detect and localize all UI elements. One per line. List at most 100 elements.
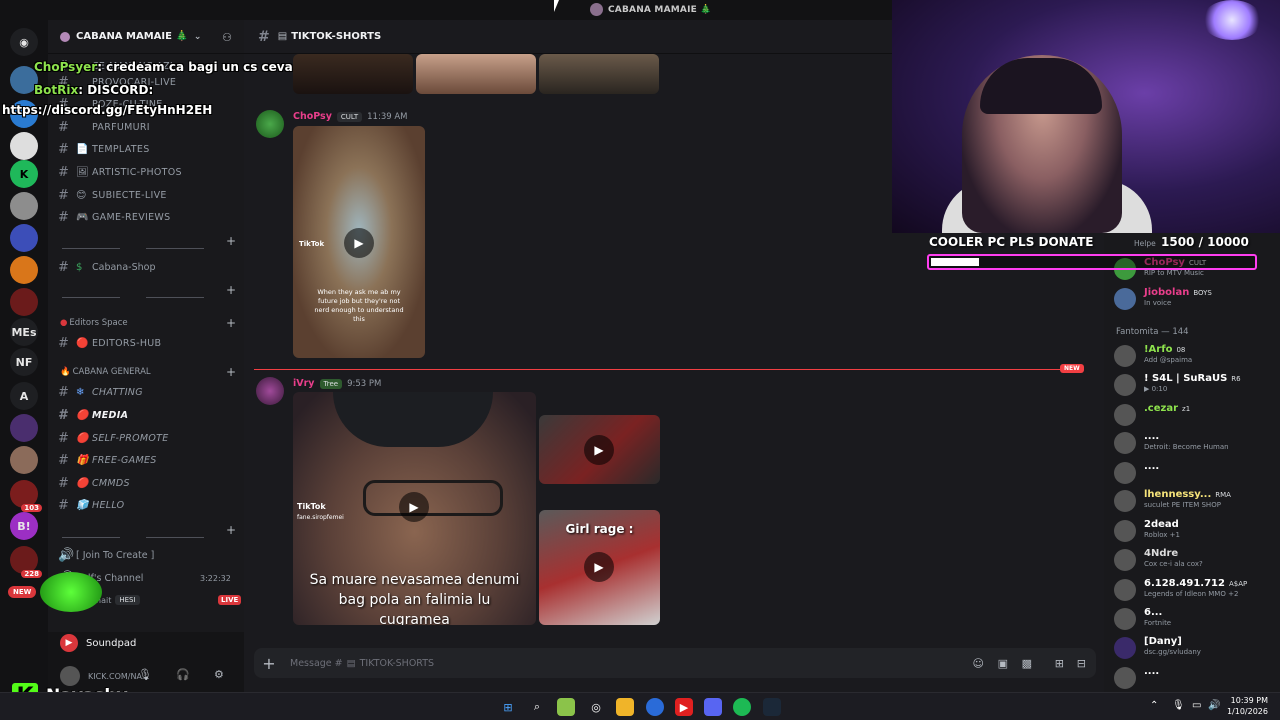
- member-row[interactable]: ....: [1114, 460, 1274, 486]
- app-icon[interactable]: [557, 698, 575, 716]
- media-thumb[interactable]: [293, 54, 413, 94]
- message-composer[interactable]: + Message # ▤ TIKTOK-SHORTS ☺ ▣ ▩ ⊞ ⊟: [254, 648, 1096, 678]
- server-mes[interactable]: MEs: [10, 318, 38, 346]
- sticker-icon[interactable]: ▩: [1022, 657, 1032, 670]
- browser-icon[interactable]: [646, 698, 664, 716]
- server-icon-9[interactable]: [10, 414, 38, 442]
- volume-icon[interactable]: 🔊: [1208, 700, 1220, 711]
- video-attachment[interactable]: ▶ TikTok When they ask me ab my future j…: [293, 126, 425, 358]
- server-icon-3[interactable]: [10, 132, 38, 160]
- server-icon-4[interactable]: K: [10, 160, 38, 188]
- voice-channel-join-to-create[interactable]: 🔊[ Join To Create ]: [58, 545, 238, 565]
- username[interactable]: ChoPsy: [293, 111, 332, 122]
- folder-icon[interactable]: [616, 698, 634, 716]
- member-row[interactable]: .... Detroit: Become Human: [1114, 430, 1274, 456]
- clock[interactable]: 10:39 PM 1/10/2026: [1227, 695, 1268, 717]
- play-icon[interactable]: ▶: [399, 492, 429, 522]
- member-row[interactable]: Jiobolan BOYS In voice: [1114, 286, 1274, 312]
- video-attachment-side-1[interactable]: ▶: [539, 415, 660, 484]
- gif-icon[interactable]: ▣: [998, 657, 1008, 670]
- video-attachment-side-2[interactable]: Girl rage : ▶: [539, 510, 660, 625]
- emoji-icon[interactable]: ☺: [973, 657, 984, 670]
- server-icon-10[interactable]: [10, 446, 38, 474]
- steam-icon[interactable]: [763, 698, 781, 716]
- user-status-row[interactable]: KICK.COM/NA...: [60, 666, 149, 686]
- server-icon-5[interactable]: [10, 192, 38, 220]
- member-row[interactable]: 6... Fortnite: [1114, 606, 1274, 632]
- category-cabana-general[interactable]: 🔥 CABANA GENERAL +: [60, 365, 236, 379]
- chrome-icon[interactable]: ◎: [587, 698, 605, 716]
- discord-home-icon[interactable]: ◉: [10, 28, 38, 56]
- server-icon-7[interactable]: [10, 256, 38, 284]
- channel-free-games[interactable]: # 🎁 FREE-GAMES: [58, 450, 238, 470]
- soundpad-row[interactable]: ▶ Soundpad: [60, 634, 136, 652]
- spotify-icon[interactable]: [733, 698, 751, 716]
- gift-icon[interactable]: ⊟: [1077, 657, 1086, 670]
- member-row[interactable]: 6.128.491.712 A$AP Legends of Idleon MMO +…: [1114, 577, 1274, 603]
- member-row[interactable]: lhennessy... RMA suculet PE ITEM SHOP: [1114, 488, 1274, 514]
- member-row[interactable]: 4Ndre Cox ce-i ala cox?: [1114, 547, 1274, 573]
- hash-icon: #: [58, 384, 70, 400]
- member-row[interactable]: .cezar z1: [1114, 402, 1274, 428]
- headphones-icon[interactable]: 🎧: [176, 668, 190, 681]
- network-icon[interactable]: ▭: [1192, 700, 1201, 711]
- server-icon-12[interactable]: B!: [10, 512, 38, 540]
- server-icon-6[interactable]: [10, 224, 38, 252]
- add-attachment-icon[interactable]: +: [254, 654, 284, 673]
- document-icon: ▤: [277, 31, 288, 42]
- channel-editors-hub[interactable]: # 🔴 EDITORS-HUB: [58, 333, 238, 353]
- video-attachment-main[interactable]: ▶ TikTok fane.siropfemei Sa muare nevasa…: [293, 392, 536, 625]
- channel-self-promote[interactable]: # 🔴 SELF-PROMOTE: [58, 428, 238, 448]
- chevron-down-icon[interactable]: ⌄: [194, 32, 202, 42]
- channel-subiecte-live[interactable]: # 😊 SUBIECTE-LIVE: [58, 185, 238, 205]
- search-icon[interactable]: ⌕: [528, 698, 546, 716]
- channel-chatting[interactable]: # ❄ CHATTING: [58, 382, 238, 402]
- member-row[interactable]: 2dead Roblox +1: [1114, 518, 1274, 544]
- channel-cabana-shop[interactable]: # $ Cabana-Shop: [58, 257, 238, 277]
- member-name: !Arfo 08: [1144, 344, 1186, 355]
- play-icon[interactable]: ▶: [584, 552, 614, 582]
- avatar[interactable]: [256, 377, 284, 405]
- server-icon-8[interactable]: [10, 288, 38, 316]
- server-icon-11[interactable]: 103: [10, 480, 42, 512]
- discord-icon[interactable]: [704, 698, 722, 716]
- add-channel-icon[interactable]: +: [226, 523, 236, 537]
- add-channel-icon[interactable]: +: [226, 283, 236, 297]
- media-thumb[interactable]: [416, 54, 536, 94]
- username[interactable]: iVry: [293, 378, 315, 389]
- member-row[interactable]: !Arfo 08 Add @spaima: [1114, 343, 1274, 369]
- microphone-icon[interactable]: 🎙: [1172, 700, 1185, 711]
- channel-hello[interactable]: # 🧊 HELLO: [58, 495, 238, 515]
- server-nf[interactable]: NF: [10, 348, 38, 376]
- channel-media[interactable]: # 🔴 MEDIA: [58, 405, 238, 425]
- add-channel-icon[interactable]: +: [226, 365, 236, 379]
- channel-artistic-photos[interactable]: # 🖼 ARTISTIC-PHOTOS: [58, 162, 238, 182]
- play-icon[interactable]: ▶: [584, 435, 614, 465]
- avatar[interactable]: [256, 110, 284, 138]
- member-status: suculet PE ITEM SHOP: [1144, 501, 1221, 509]
- invite-people-icon[interactable]: ⚇: [222, 31, 232, 44]
- server-header[interactable]: CABANA MAMAIE 🎄 ⌄ ⚇: [48, 20, 244, 54]
- youtube-icon[interactable]: ▶: [675, 698, 693, 716]
- add-channel-icon[interactable]: +: [226, 316, 236, 330]
- ceiling-light: [1202, 0, 1262, 40]
- channel-templates[interactable]: # 📄 TEMPLATES: [58, 139, 238, 159]
- member-row[interactable]: ! S4L | SuRaUS R6 ▶ 0:10: [1114, 372, 1274, 398]
- microphone-icon[interactable]: 🎙: [138, 668, 152, 681]
- avatar[interactable]: [60, 666, 80, 686]
- play-icon[interactable]: ▶: [344, 228, 374, 258]
- start-icon[interactable]: ⊞: [499, 698, 517, 716]
- channel-game-reviews[interactable]: # 🎮 GAME-REVIEWS: [58, 207, 238, 227]
- member-row[interactable]: ....: [1114, 665, 1274, 691]
- add-channel-icon[interactable]: +: [226, 234, 236, 248]
- channel-parfumuri[interactable]: # PARFUMURI: [58, 117, 238, 137]
- chevron-up-icon[interactable]: ⌃: [1150, 700, 1158, 711]
- media-thumb[interactable]: [539, 54, 659, 94]
- channel-cmmds[interactable]: # 🔴 CMMDS: [58, 473, 238, 493]
- apps-icon[interactable]: ⊞: [1055, 657, 1064, 670]
- server-icon-13[interactable]: 228: [10, 546, 42, 578]
- category-editors[interactable]: ● Editors Space +: [60, 316, 236, 330]
- gear-icon[interactable]: ⚙: [214, 668, 224, 681]
- member-row[interactable]: [Dany] dsc.gg/svludany: [1114, 635, 1274, 661]
- server-a[interactable]: A: [10, 382, 38, 410]
